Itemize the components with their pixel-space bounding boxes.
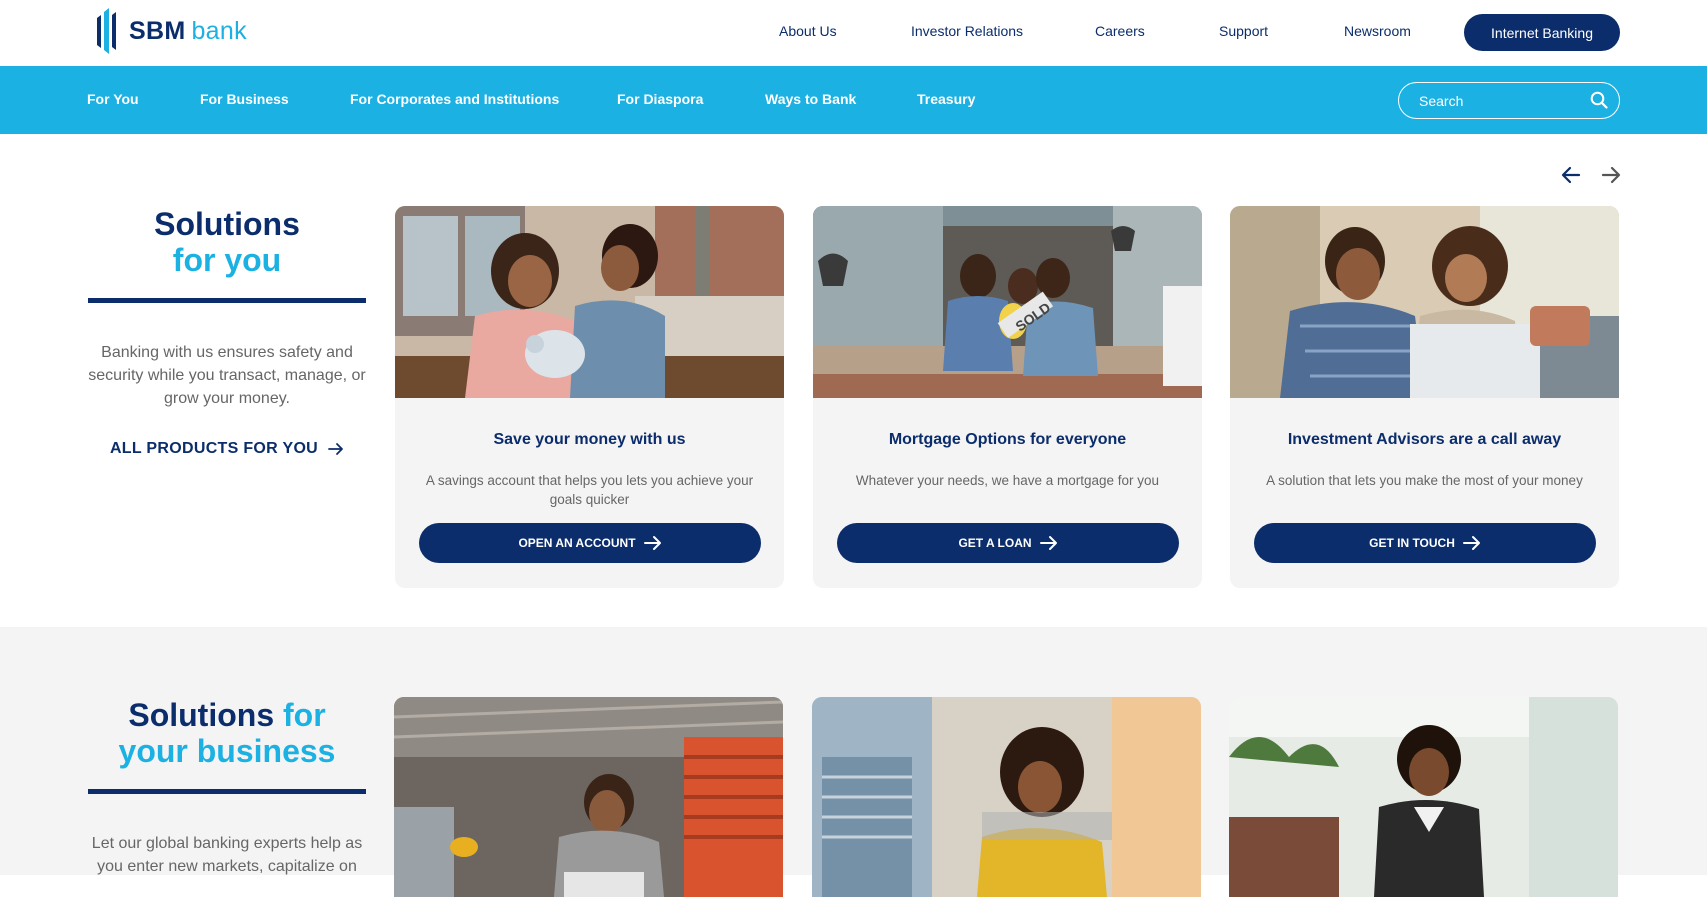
- all-products-link-label: ALL PRODUCTS FOR YOU: [109, 440, 319, 457]
- product-card-savings: Save your money with us A savings accoun…: [395, 206, 784, 588]
- savings-photo: [395, 206, 784, 398]
- business-photo-salon: [1229, 697, 1618, 897]
- top-nav-careers[interactable]: Careers: [1095, 23, 1145, 39]
- section-title-line-2: for you: [172, 242, 282, 278]
- title-divider: [88, 789, 366, 794]
- card-description: Whatever your needs, we have a mortgage …: [855, 473, 1160, 488]
- mortgage-photo: SOLD: [813, 206, 1202, 398]
- salon-photo: [1229, 697, 1618, 897]
- section-title: Solutions for your business: [88, 697, 366, 769]
- card-title: Investment Advisors are a call away: [1287, 431, 1562, 448]
- sbm-bank-logo[interactable]: SBM bank: [95, 8, 247, 54]
- search-input[interactable]: [1419, 91, 1579, 111]
- product-card-investment: Investment Advisors are a call away A so…: [1230, 206, 1619, 588]
- top-bar: SBM bank About Us Investor Relations Care…: [0, 0, 1707, 66]
- main-nav-for-corporates[interactable]: For Corporates and Institutions: [350, 91, 559, 107]
- solutions-for-you-intro: Solutions for you Banking with us ensure…: [88, 206, 366, 458]
- logo-text-sbm: SBM: [129, 16, 186, 45]
- solutions-for-you-section: Solutions for you Banking with us ensure…: [0, 134, 1707, 627]
- card-description: A savings account that helps you lets yo…: [425, 473, 754, 507]
- top-nav-about-us[interactable]: About Us: [779, 23, 837, 39]
- main-nav: For You For Business For Corporates and …: [0, 66, 1707, 134]
- main-nav-for-diaspora[interactable]: For Diaspora: [617, 91, 703, 107]
- top-nav-support[interactable]: Support: [1219, 23, 1268, 39]
- arrow-right-icon: [1462, 536, 1480, 550]
- button-label: OPEN AN ACCOUNT: [518, 536, 636, 550]
- solutions-for-business-intro: Solutions for your business Let our glob…: [88, 697, 366, 878]
- top-nav-newsroom[interactable]: Newsroom: [1344, 23, 1411, 39]
- search-icon[interactable]: [1590, 91, 1608, 109]
- top-nav-investor-relations[interactable]: Investor Relations: [911, 23, 1023, 39]
- card-title: Mortgage Options for everyone: [888, 431, 1127, 448]
- arrow-left-icon[interactable]: [1560, 164, 1582, 186]
- investment-photo: [1230, 206, 1619, 398]
- section-title-line-1: Solutions: [154, 206, 300, 242]
- get-a-loan-button[interactable]: GET A LOAN: [837, 523, 1179, 563]
- section-description: Banking with us ensures safety and secur…: [88, 344, 366, 407]
- logo-mark-icon: [97, 8, 116, 54]
- all-products-for-you-link[interactable]: ALL PRODUCTS FOR YOU: [110, 440, 344, 458]
- business-photo-warehouse: [394, 697, 783, 897]
- section-title-light-1: for: [283, 697, 326, 733]
- button-label: GET IN TOUCH: [1369, 536, 1455, 550]
- office-photo: [812, 697, 1201, 897]
- card-description: A solution that lets you make the most o…: [1266, 473, 1583, 488]
- main-nav-for-you[interactable]: For You: [87, 91, 139, 107]
- solutions-for-business-section: Solutions for your business Let our glob…: [0, 627, 1707, 897]
- section-title: Solutions for you: [88, 206, 366, 278]
- internet-banking-button[interactable]: Internet Banking: [1464, 14, 1620, 51]
- business-photo-office: [812, 697, 1201, 897]
- main-nav-treasury[interactable]: Treasury: [917, 91, 975, 107]
- title-divider: [88, 298, 366, 303]
- warehouse-photo: [394, 697, 783, 897]
- search-box: [1398, 82, 1620, 119]
- card-title: Save your money with us: [493, 431, 686, 448]
- main-nav-ways-to-bank[interactable]: Ways to Bank: [765, 91, 856, 107]
- section-description: Let our global banking experts help as y…: [91, 835, 363, 875]
- arrow-right-icon: [1039, 536, 1057, 550]
- arrow-right-icon[interactable]: [1600, 164, 1622, 186]
- main-nav-for-business[interactable]: For Business: [200, 91, 289, 107]
- button-label: GET A LOAN: [958, 536, 1032, 550]
- arrow-right-icon: [643, 536, 661, 550]
- product-card-mortgage: SOLD Mortgage Options for everyone Whate…: [813, 206, 1202, 588]
- section-title-light-2: your business: [118, 733, 336, 769]
- carousel-arrows: [1560, 164, 1622, 186]
- section-title-dark: Solutions: [128, 697, 275, 733]
- logo-text-bank: bank: [191, 16, 247, 45]
- get-in-touch-button[interactable]: GET IN TOUCH: [1254, 523, 1596, 563]
- arrow-right-icon: [328, 443, 343, 455]
- open-an-account-button[interactable]: OPEN AN ACCOUNT: [419, 523, 761, 563]
